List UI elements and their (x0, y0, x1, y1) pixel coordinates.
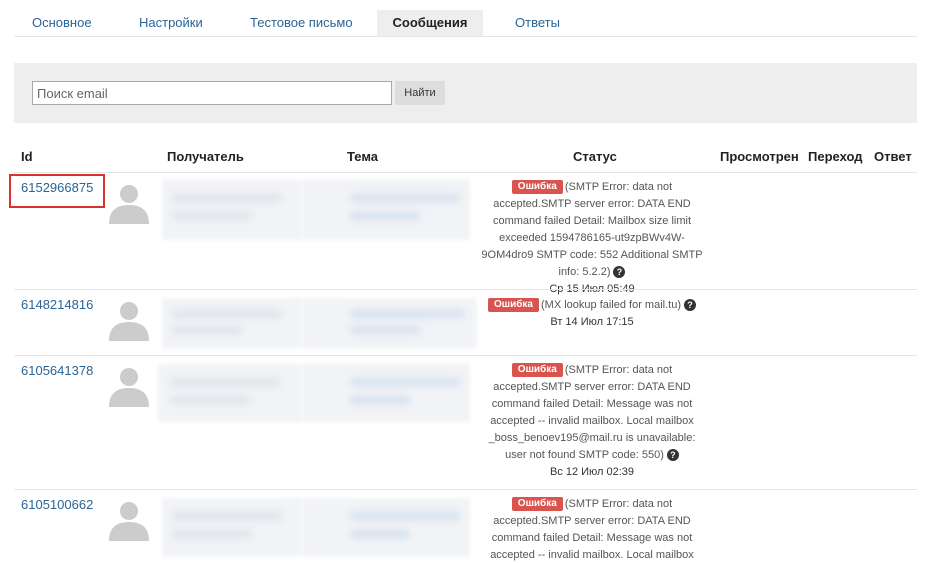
tab-test-email[interactable]: Тестовое письмо (250, 10, 353, 36)
column-header-reply: Ответ (874, 149, 912, 164)
search-button[interactable]: Найти (395, 81, 445, 105)
help-icon[interactable]: ? (613, 266, 626, 278)
user-avatar-icon (109, 185, 149, 224)
recipient-redacted (162, 180, 302, 240)
help-icon[interactable]: ? (666, 449, 679, 461)
row-divider (14, 355, 917, 356)
recipient-redacted (158, 364, 302, 422)
search-input[interactable] (32, 81, 392, 105)
status-message: (SMTP Error: data not accepted.SMTP serv… (488, 364, 696, 461)
status-message: (SMTP Error: data not accepted.SMTP serv… (481, 181, 703, 278)
column-header-recipient: Получатель (167, 149, 244, 164)
column-header-status: Статус (573, 149, 617, 164)
header-divider (14, 172, 917, 173)
status-cell: Ошибка (SMTP Error: data not accepted.SMT… (477, 496, 707, 563)
status-cell: Ошибка (MX lookup failed for mail.tu)? Вт… (477, 297, 707, 331)
user-avatar-icon (109, 502, 149, 541)
error-badge: Ошибка (511, 363, 563, 377)
tab-main[interactable]: Основное (32, 10, 92, 36)
column-header-subject: Тема (347, 149, 379, 164)
status-message: (MX lookup failed for mail.tu) (541, 299, 681, 311)
row-id-link[interactable]: 6152966875 (21, 180, 93, 195)
row-id-link[interactable]: 6105641378 (21, 363, 93, 378)
status-cell: Ошибка (SMTP Error: data not accepted.SMT… (477, 179, 707, 298)
subject-redacted (302, 298, 477, 348)
error-badge: Ошибка (511, 497, 563, 511)
search-panel: Найти (14, 63, 917, 123)
row-divider (14, 289, 917, 290)
column-header-viewed: Просмотрен (720, 149, 799, 164)
help-icon[interactable]: ? (684, 299, 696, 311)
error-badge: Ошибка (487, 298, 539, 312)
row-id-link[interactable]: 6105100662 (21, 497, 93, 512)
subject-redacted (302, 180, 470, 240)
subject-redacted (302, 498, 470, 556)
subject-redacted (302, 364, 470, 422)
status-date: Вт 14 Июл 17:15 (550, 316, 634, 328)
column-header-id: Id (21, 149, 33, 164)
user-avatar-icon (109, 302, 149, 341)
row-divider (14, 489, 917, 490)
row-id-link[interactable]: 6148214816 (21, 297, 93, 312)
status-date: Вс 12 Июл 02:39 (549, 466, 635, 478)
recipient-redacted (162, 298, 302, 348)
tab-messages[interactable]: Сообщения (377, 10, 483, 36)
column-header-clicked: Переход (808, 149, 863, 164)
tab-settings[interactable]: Настройки (139, 10, 203, 36)
tab-bar: Основное Настройки Тестовое письмо Сообщ… (14, 10, 917, 37)
error-badge: Ошибка (511, 180, 563, 194)
user-avatar-icon (109, 368, 149, 407)
tab-replies[interactable]: Ответы (515, 10, 560, 36)
recipient-redacted (162, 498, 302, 556)
status-cell: Ошибка (SMTP Error: data not accepted.SMT… (477, 362, 707, 481)
